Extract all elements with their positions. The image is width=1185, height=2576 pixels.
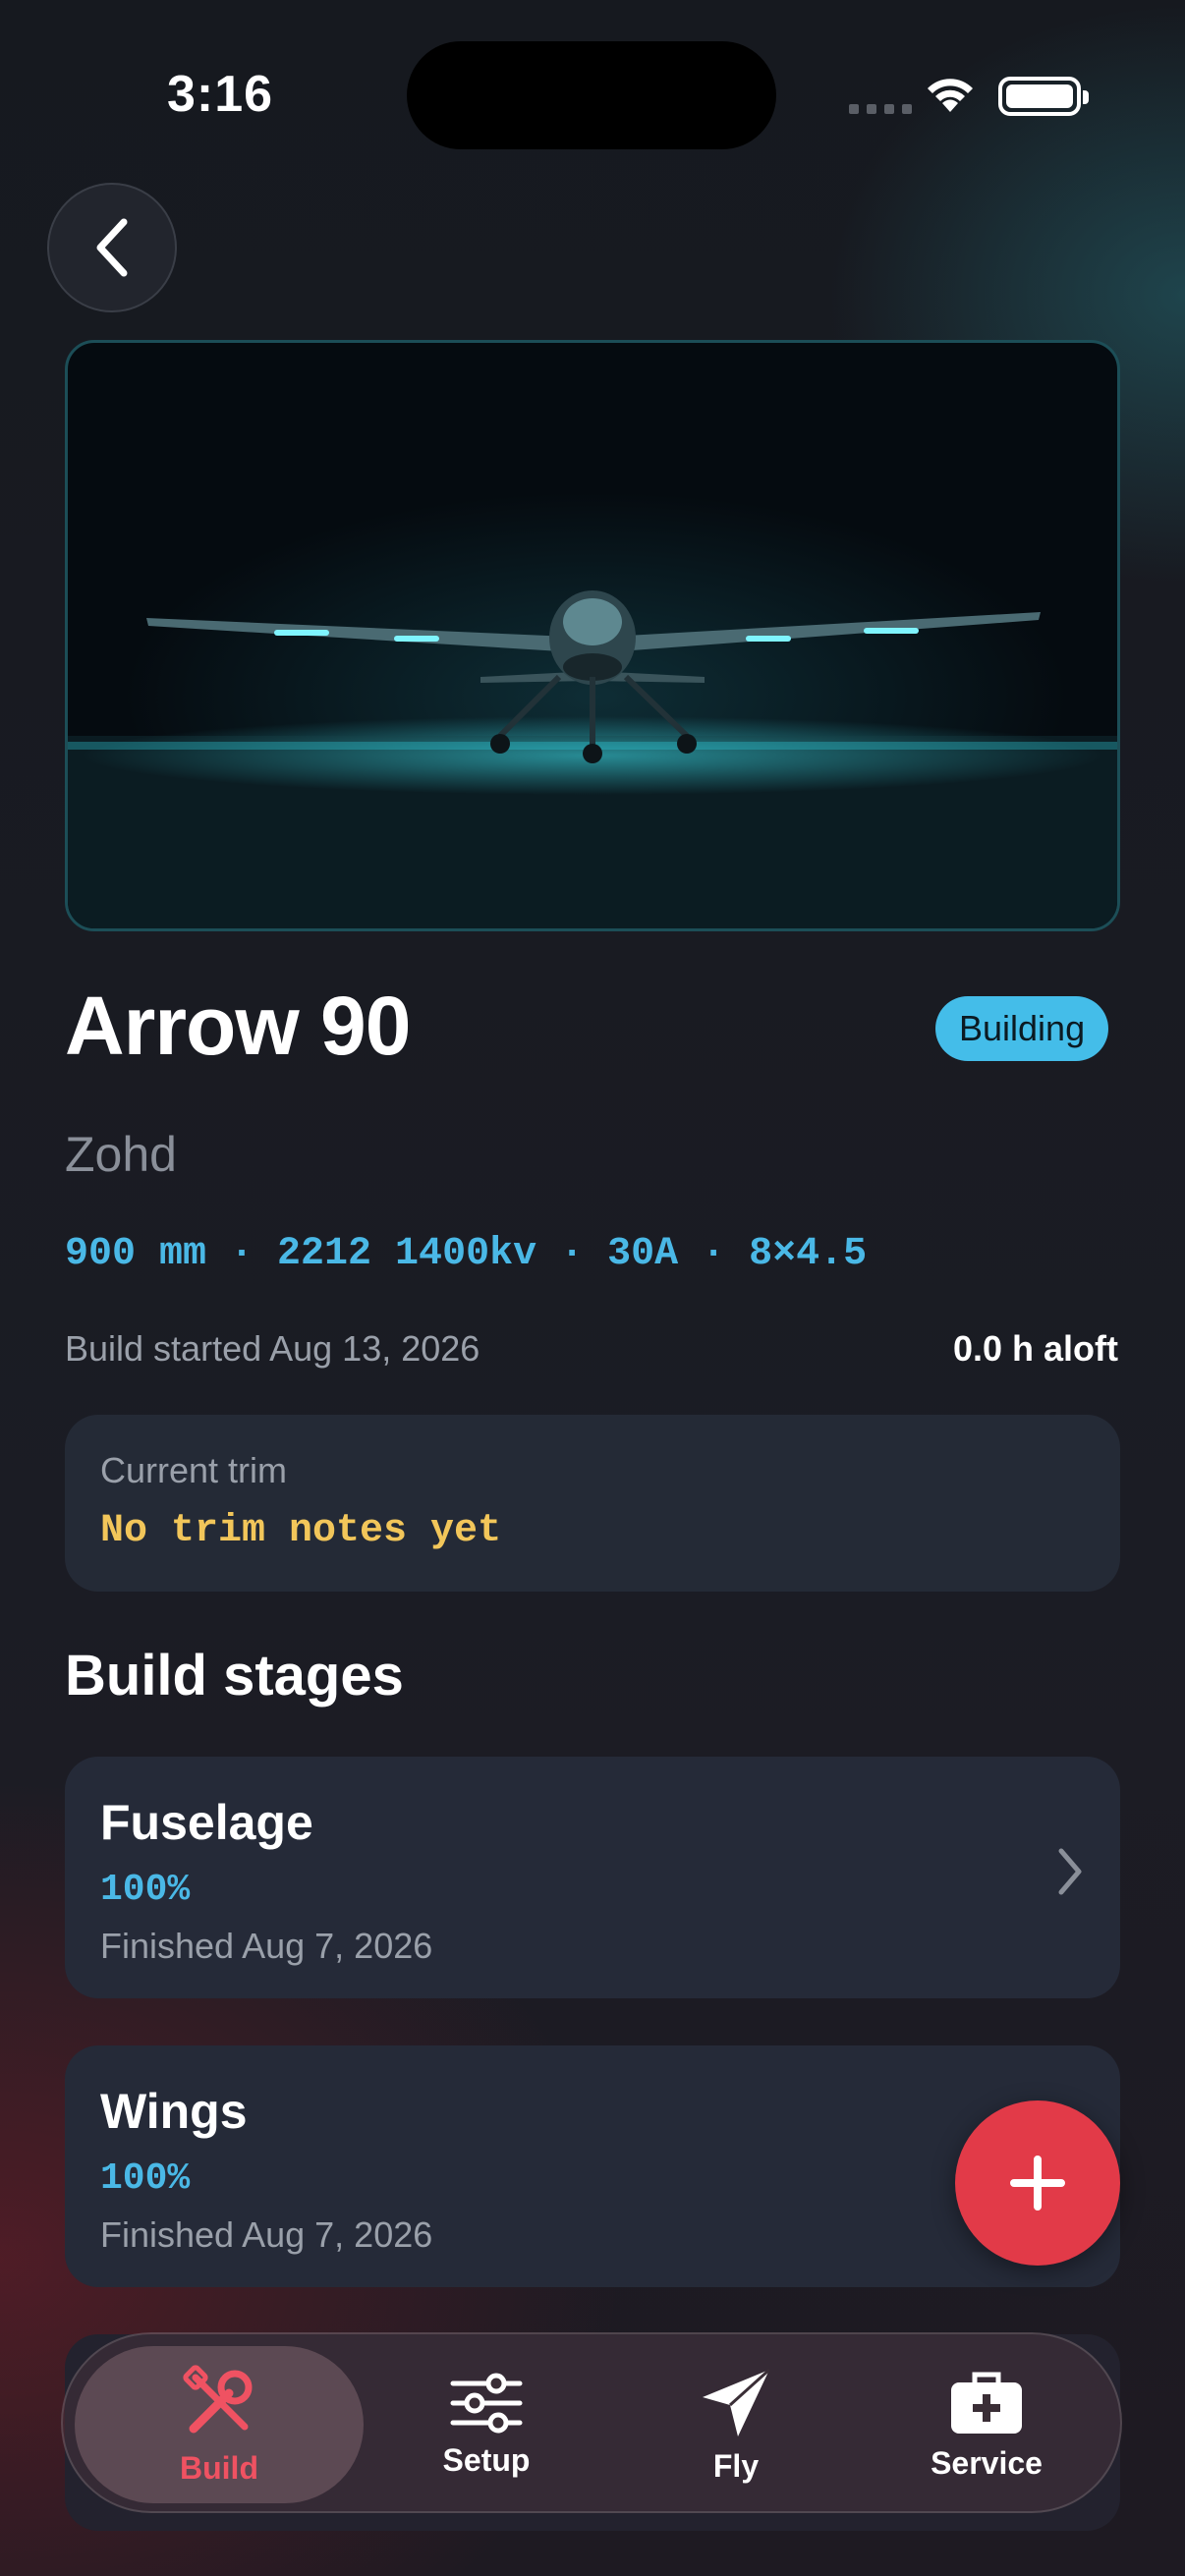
paper-plane-icon	[703, 2368, 771, 2436]
aircraft-photo	[65, 340, 1120, 931]
status-badge: Building	[935, 996, 1109, 1061]
aircraft-specs: 900 mm · 2212 1400kv · 30A · 8×4.5	[65, 1232, 868, 1276]
sliders-icon	[450, 2373, 523, 2433]
tab-label: Build	[180, 2449, 258, 2486]
battery-icon	[998, 77, 1089, 116]
stage-card-fuselage[interactable]: Fuselage 100% Finished Aug 7, 2026	[65, 1757, 1120, 1998]
build-started-date: Build started Aug 13, 2026	[65, 1328, 480, 1369]
hours-aloft: 0.0 h aloft	[952, 1328, 1118, 1369]
chevron-left-icon	[96, 218, 128, 277]
stage-percent: 100%	[100, 1869, 191, 1911]
stage-name: Wings	[100, 2084, 248, 2139]
tab-build[interactable]: Build	[75, 2346, 364, 2503]
cellular-signal-icon	[849, 104, 912, 114]
current-trim-card: Current trim No trim notes yet	[65, 1415, 1120, 1592]
tab-fly[interactable]: Fly	[623, 2334, 849, 2515]
tab-label: Setup	[442, 2441, 531, 2478]
back-button[interactable]	[47, 183, 177, 312]
add-stage-button[interactable]	[955, 2100, 1120, 2266]
aircraft-name: Arrow 90	[65, 980, 411, 1072]
tab-bar: Build Setup Fly Service	[61, 2332, 1122, 2513]
medical-kit-icon	[951, 2372, 1022, 2434]
tab-service[interactable]: Service	[869, 2334, 1104, 2515]
trim-value: No trim notes yet	[100, 1509, 502, 1553]
wifi-icon	[924, 73, 977, 119]
tab-label: Service	[931, 2444, 1043, 2481]
chevron-right-icon	[1058, 1848, 1082, 1895]
stage-date: Finished Aug 7, 2026	[100, 1926, 433, 1966]
stage-name: Fuselage	[100, 1795, 313, 1850]
tab-setup[interactable]: Setup	[373, 2334, 599, 2515]
tab-label: Fly	[712, 2447, 760, 2484]
stage-percent: 100%	[100, 2157, 191, 2200]
status-time: 3:16	[167, 66, 274, 123]
plus-icon	[1010, 2156, 1065, 2211]
dynamic-island	[407, 41, 776, 149]
aircraft-maker: Zohd	[65, 1127, 177, 1182]
wrench-screwdriver-icon	[183, 2364, 253, 2433]
build-stages-heading: Build stages	[65, 1644, 404, 1708]
trim-label: Current trim	[100, 1450, 288, 1490]
stage-date: Finished Aug 7, 2026	[100, 2214, 433, 2255]
